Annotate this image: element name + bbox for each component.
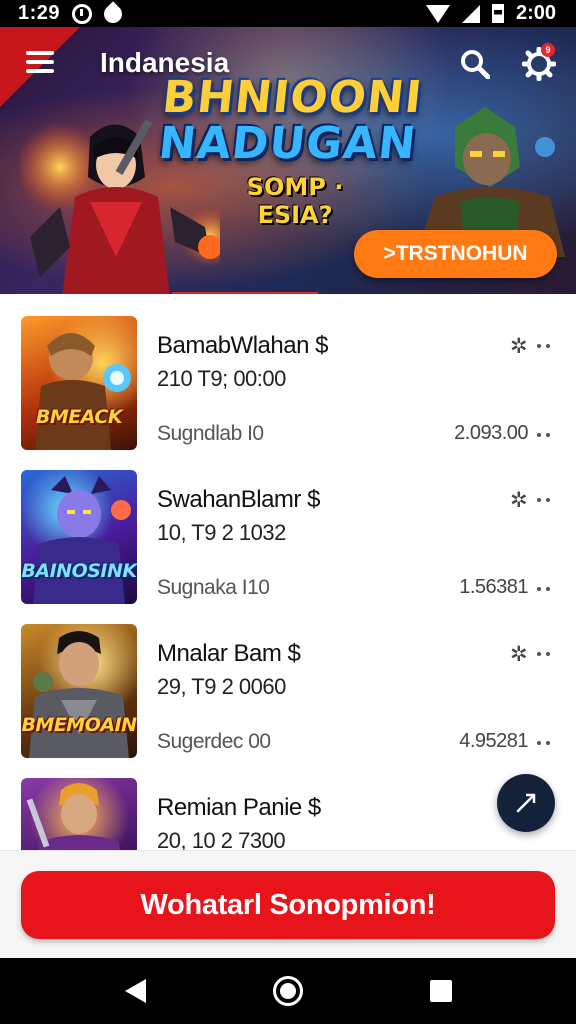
- game-title-text: Mnalar Bam: [157, 640, 282, 667]
- more-options-icon[interactable]: [537, 652, 550, 656]
- currency-icon: $: [315, 332, 328, 359]
- currency-icon: $: [287, 640, 301, 667]
- currency-icon: $: [307, 794, 321, 821]
- status-bar-left: 1:29: [18, 0, 126, 27]
- game-title: BamabWlahan $: [157, 332, 328, 360]
- banner-title: BHNIOONI NADUGAN: [155, 72, 425, 169]
- banner-title-line2: NADUGAN: [156, 118, 419, 169]
- status-bar-right: 2:00: [425, 2, 556, 25]
- banner-subtitle: SOMP · ESIA?: [246, 173, 344, 229]
- pin-fab-button[interactable]: [497, 774, 555, 832]
- game-value: 4.95281: [459, 730, 528, 752]
- menu-icon[interactable]: [26, 51, 54, 73]
- game-title: Remian Panie $: [157, 794, 321, 822]
- game-thumbnail[interactable]: BAINOSINK: [21, 470, 137, 604]
- more-options-icon[interactable]: [537, 344, 550, 348]
- more-options-icon[interactable]: [537, 587, 550, 591]
- search-icon[interactable]: [460, 49, 490, 79]
- bottom-action-panel: Wohatarl Sonopmion!: [0, 850, 576, 958]
- knight-art: [29, 631, 129, 758]
- status-clock: 2:00: [515, 2, 556, 24]
- warrior-art: [35, 333, 131, 450]
- more-options-icon[interactable]: [537, 498, 550, 502]
- game-list[interactable]: BMEACK BamabWlahan $ 210 T9; 00:00 Sugnd…: [0, 294, 576, 850]
- game-thumbnail[interactable]: BMEMOAIN: [21, 624, 137, 758]
- game-thumbnail[interactable]: [21, 778, 137, 850]
- thumbnail-title: BMEMOAIN: [21, 714, 137, 736]
- more-options-icon[interactable]: [537, 433, 550, 437]
- primary-action-button[interactable]: Wohatarl Sonopmion!: [21, 871, 555, 939]
- sorcerer-art: [33, 476, 131, 604]
- hero-banner[interactable]: Indanesia 9 BHNIOONI NADUGAN SOMP · ESIA…: [0, 27, 576, 294]
- game-value: 1.56381: [459, 576, 528, 598]
- game-date: 210 T9; 00:00: [157, 366, 286, 391]
- game-date: 29, T9 2 0060: [157, 674, 286, 699]
- list-item[interactable]: BMEMOAIN Mnalar Bam $ 29, T9 2 0060 Suge…: [0, 602, 576, 758]
- status-bar: 1:29 2:00: [0, 0, 576, 27]
- banner-title-line1: BHNIOONI: [160, 72, 425, 123]
- wifi-icon: [425, 4, 450, 23]
- game-title-text: SwahanBlamr: [157, 486, 301, 513]
- gear-icon[interactable]: ✲: [510, 642, 528, 667]
- mage-art: [26, 783, 120, 850]
- game-meta: Sugnaka I10: [157, 576, 270, 599]
- gear-icon[interactable]: ✲: [510, 334, 528, 359]
- game-meta: Sugerdec 00: [157, 730, 271, 753]
- list-item[interactable]: BAINOSINK SwahanBlamr $ 10, T9 2 1032 Su…: [0, 448, 576, 604]
- game-date: 20, 10 2 7300: [157, 828, 286, 850]
- thumbnail-title: BAINOSINK: [21, 560, 137, 582]
- game-meta: Sugndlab I0: [157, 422, 264, 445]
- game-value: 2.093.00: [454, 422, 528, 444]
- game-date: 10, T9 2 1032: [157, 520, 286, 545]
- game-title-text: BamabWlahan: [157, 332, 309, 359]
- more-options-icon[interactable]: [537, 741, 550, 745]
- game-title: SwahanBlamr $: [157, 486, 320, 514]
- thumbnail-title: BMEACK: [35, 406, 123, 428]
- home-icon[interactable]: [273, 976, 303, 1006]
- list-item[interactable]: Remian Panie $ 20, 10 2 7300: [0, 756, 576, 850]
- banner-cta-button[interactable]: >TRSTNOHUN: [354, 230, 557, 278]
- game-thumbnail[interactable]: BMEACK: [21, 316, 137, 450]
- battery-icon: [491, 4, 504, 23]
- game-title-text: Remian Panie: [157, 794, 302, 821]
- back-icon[interactable]: [125, 979, 146, 1003]
- system-nav-bar: [0, 958, 576, 1024]
- alarm-icon: [72, 3, 93, 24]
- shield-icon: [100, 0, 126, 27]
- gear-icon[interactable]: ✲: [510, 488, 528, 513]
- recents-icon[interactable]: [430, 980, 452, 1002]
- currency-icon: $: [307, 486, 320, 513]
- signal-icon: [461, 4, 480, 23]
- game-title: Mnalar Bam $: [157, 640, 301, 668]
- notification-badge: 9: [541, 43, 555, 57]
- list-item[interactable]: BMEACK BamabWlahan $ 210 T9; 00:00 Sugnd…: [0, 294, 576, 450]
- status-time: 1:29: [18, 2, 61, 24]
- pin-icon: [516, 793, 536, 813]
